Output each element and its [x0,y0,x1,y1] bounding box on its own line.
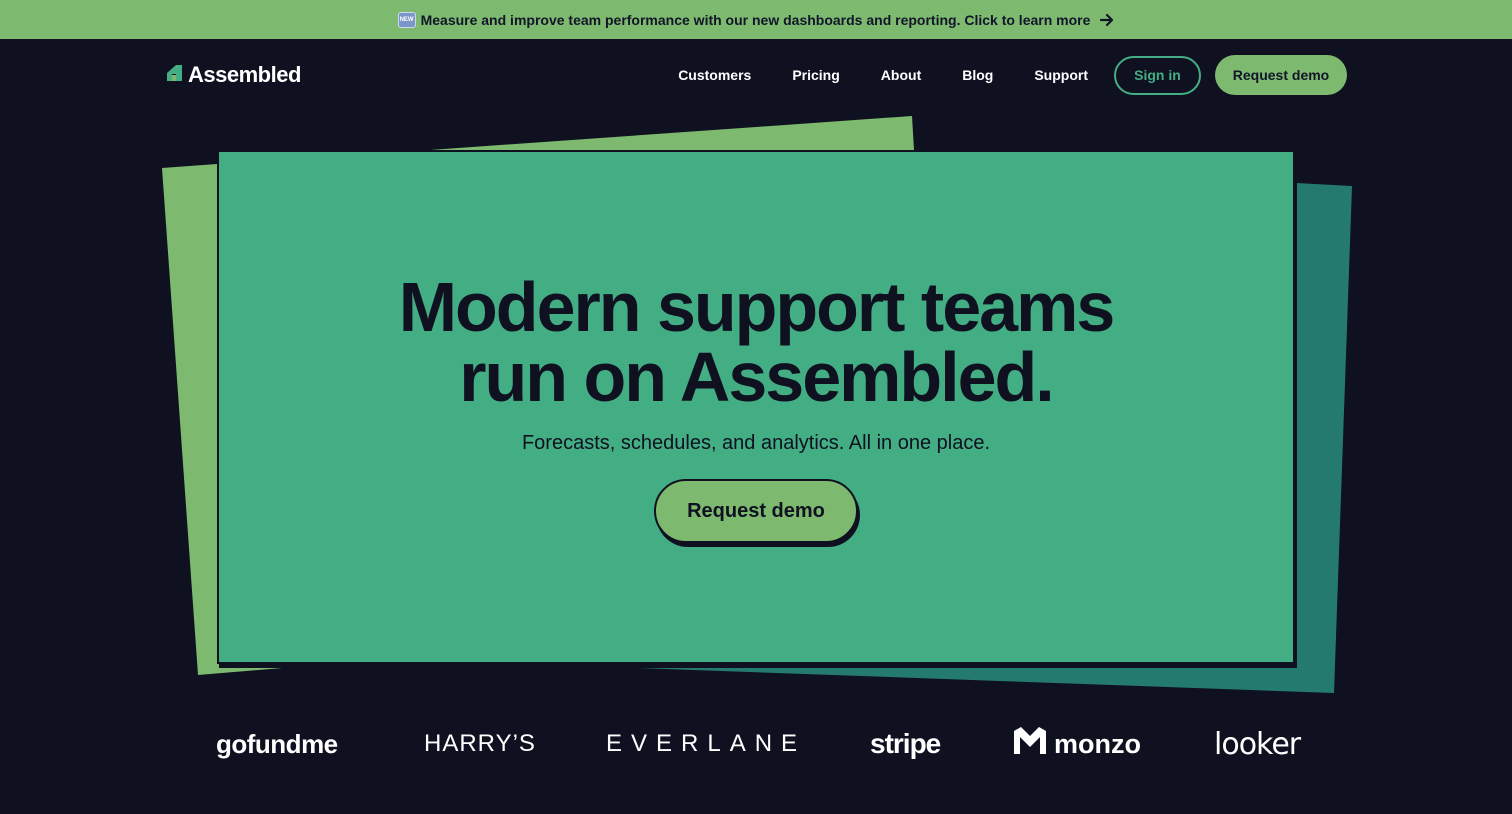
monzo-m-icon [1014,726,1046,762]
harrys-logo: HARRY’S [424,714,536,774]
looker-logo: looker [1214,714,1301,774]
hero-title: Modern support teams run on Assembled. [398,268,1116,416]
stripe-logo: stripe [870,714,941,774]
everlane-logo: EVERLANE [606,714,806,774]
looker-logo-text: looker [1214,726,1301,762]
hero-subtitle: Forecasts, schedules, and analytics. All… [521,432,991,454]
hero-request-demo-button[interactable]: Request demo [654,479,858,543]
gofundme-logo-text: gofundme [216,728,338,759]
monzo-logo: monzo [1014,714,1141,774]
harrys-logo-text: HARRY’S [424,730,536,757]
stripe-logo-text: stripe [870,728,941,759]
green-top-card [430,116,914,150]
hero-card: Modern support teams run on Assembled. F… [217,150,1295,664]
gofundme-logo: gofundme [216,714,338,774]
everlane-logo-text: EVERLANE [606,730,807,757]
monzo-logo-text: monzo [1054,728,1141,759]
customer-logos: gofundme HARRY’S EVERLANE stripe monzo l… [0,714,1512,774]
